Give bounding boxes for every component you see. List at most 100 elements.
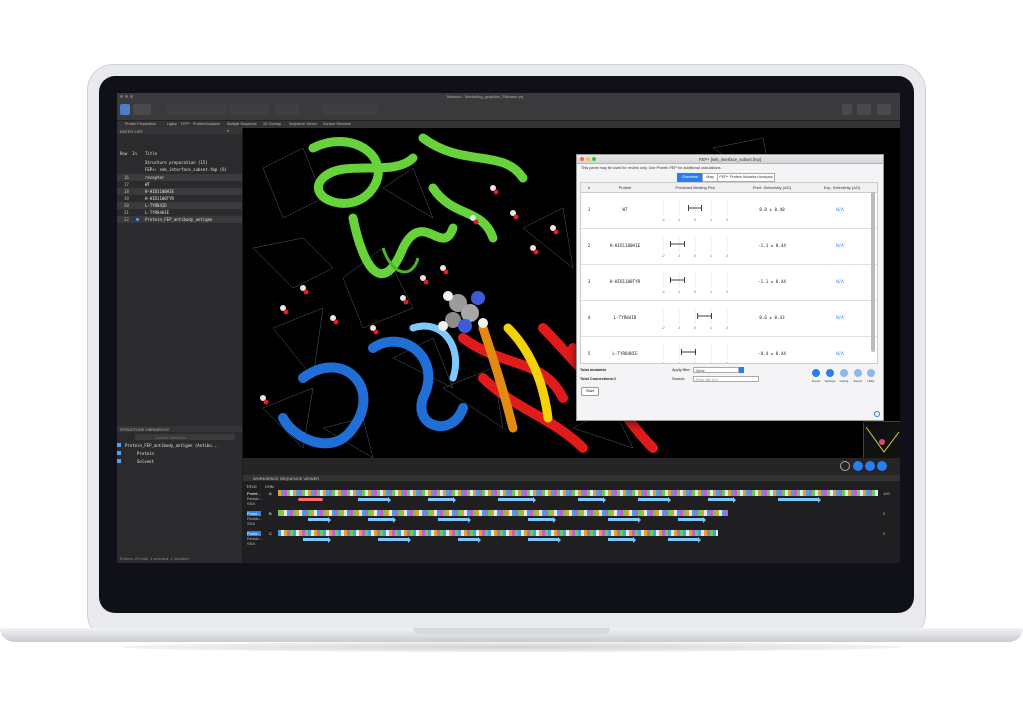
hierarchy-root-label: Protein_FEP_antibody_antigen (Antibo... — [125, 443, 219, 448]
import-icon[interactable] — [812, 369, 820, 377]
tab-multiple-sequence[interactable]: Multiple Sequence — [227, 122, 257, 126]
minimap[interactable] — [863, 421, 900, 458]
utility-icon[interactable] — [867, 369, 875, 377]
entry-title: L-TYR84HIE — [145, 210, 170, 215]
entry-row[interactable]: 17 WT — [117, 181, 242, 188]
entry-row[interactable]: 21 L-TYR84HIE — [117, 209, 242, 216]
row-exp-selectivity: N/A — [836, 351, 844, 356]
entry-title: H-HID1100HIE — [145, 189, 174, 194]
fep-review-note: This panel may be used for review only. … — [581, 166, 722, 170]
add-icon[interactable] — [877, 461, 887, 471]
binding-plot: -2 -1 0 1 2 — [661, 308, 728, 330]
hierarchy-protein[interactable]: Protein — [117, 450, 242, 457]
entry-row-number: 20 — [124, 203, 129, 208]
search-icon[interactable]: ⌕ — [227, 128, 229, 133]
edit-icon[interactable] — [853, 461, 863, 471]
binding-plot: -2 -1 0 1 2 — [661, 344, 728, 364]
row-pred-selectivity: -1.1 ± 0.44 — [758, 279, 786, 284]
sequence-viewer-header: WORKSPACE SEQUENCE VIEWER — [243, 475, 900, 481]
seq-col-chn: CHN — [265, 484, 274, 489]
tab-surface-structure[interactable]: Surface Structure — [323, 122, 351, 126]
entry-row-number: 17 — [124, 182, 129, 187]
row-pred-selectivity: 0.0 ± 0.40 — [759, 207, 785, 212]
sequence-residues-b[interactable] — [278, 510, 728, 516]
seq-row-chain: B — [269, 511, 272, 516]
table-row[interactable]: 4 L-TYR84ID -2 -1 0 1 2 0.6 ± 0.43 N/A — [581, 300, 877, 337]
total-connections-value: 5 — [614, 377, 617, 381]
checkbox-icon[interactable] — [117, 459, 121, 463]
table-row[interactable]: 2 H-HID1100HIE -2 -1 0 1 2 -1.1 ± 0.44 N/A — [581, 228, 877, 265]
row-protein: H-HID1100TYR — [609, 279, 641, 284]
col-title[interactable]: Title — [145, 151, 157, 156]
search-input[interactable]: Enter title text — [693, 376, 759, 382]
chevron-down-icon[interactable] — [739, 367, 744, 373]
row-pred-selectivity: -0.4 ± 0.44 — [758, 351, 786, 356]
checkbox-icon[interactable] — [117, 443, 121, 447]
zoom-window-button[interactable] — [130, 95, 133, 98]
strand-arrow — [528, 516, 556, 523]
tab-sequence-viewer[interactable]: Sequence Viewer — [289, 122, 317, 126]
arrow-icon[interactable] — [865, 461, 875, 471]
tab-protein-analyses[interactable]: Protein/Analyses — [193, 122, 220, 126]
export-icon[interactable] — [854, 369, 862, 377]
strand-arrow — [578, 496, 606, 503]
plot-tick-label: 1 — [710, 290, 712, 294]
entry-row[interactable]: 16 receptor — [117, 174, 242, 181]
sequence-residues-c[interactable] — [278, 530, 718, 536]
tab-ligfep[interactable]: Ligfep — [167, 122, 177, 126]
table-row[interactable]: 1 WT -2 -1 0 1 2 0.0 ± 0.40 N/A — [581, 192, 877, 229]
entry-row[interactable]: 20 L-TYR84ID — [117, 202, 242, 209]
entry-row-selected[interactable]: 22 Protein_FEP_antibody_antigen — [117, 216, 242, 223]
total-mutants-label: Total mutants: — [580, 368, 606, 372]
listing-icon[interactable] — [840, 369, 848, 377]
hierarchy-root[interactable]: Protein_FEP_antibody_antigen (Antibo... — [117, 442, 242, 449]
tab-map[interactable]: Map — [702, 173, 718, 182]
table-row[interactable]: 5 L-TYR84HIE -2 -1 0 1 2 -0.4 ± 0.44 N/A — [581, 336, 877, 364]
entry-row-number: 19 — [124, 196, 129, 201]
filter-select[interactable]: None — [693, 367, 739, 373]
start-button[interactable]: Start — [581, 387, 599, 396]
table-row[interactable]: 3 H-HID1100TYR -2 -1 0 1 2 -1.1 ± 0.44 N/A — [581, 264, 877, 301]
menu-icon[interactable] — [877, 104, 891, 115]
col-in[interactable]: In — [132, 151, 137, 156]
select-tool-button[interactable] — [120, 104, 130, 115]
residue-selection-button[interactable] — [133, 104, 151, 115]
style-tools-group[interactable] — [322, 104, 377, 115]
plot-tick-label: 0 — [694, 362, 696, 364]
tab-mutation-analysis[interactable]: FEP+ Protein Mutation Analysis — [717, 173, 775, 182]
rotate-icon[interactable] — [840, 461, 850, 471]
grid-icon[interactable] — [842, 104, 852, 115]
tasks-icon[interactable] — [857, 104, 871, 115]
col-row[interactable]: Row — [120, 151, 127, 156]
settings-icon[interactable] — [826, 369, 834, 377]
fit-tools-group[interactable] — [275, 104, 299, 115]
entry-row[interactable]: 19 H-HID1100TYR — [117, 195, 242, 202]
plot-tick-label: 1 — [710, 254, 712, 258]
hierarchy-protein-label: Protein — [137, 451, 154, 456]
tab-overview[interactable]: Overview — [677, 173, 703, 182]
checkbox-icon[interactable] — [117, 451, 121, 455]
sequence-residues-a[interactable] — [278, 490, 878, 496]
hierarchy-search-field[interactable]: Current Selection — [135, 434, 235, 440]
workspace-status-strip — [243, 458, 900, 475]
entry-row[interactable]: 18 H-HID1100HIE — [117, 188, 242, 195]
minimize-window-button[interactable] — [125, 95, 128, 98]
tab-fep[interactable]: FEP+ — [181, 122, 190, 126]
group-structure-preparation[interactable]: Structure preparation (15) — [117, 159, 242, 166]
selection-options-group[interactable] — [167, 104, 227, 115]
row-exp-selectivity: N/A — [836, 315, 844, 320]
binding-plot: -2 -1 0 1 2 — [661, 272, 728, 294]
row-number: 2 — [587, 243, 591, 248]
workspace-nav-group[interactable] — [229, 104, 269, 115]
help-icon[interactable] — [874, 411, 880, 417]
fep-results-table: # Protein Predicted Binding Plot Pred. S… — [580, 182, 878, 364]
strand-arrow — [458, 536, 481, 543]
close-window-button[interactable] — [120, 95, 123, 98]
tab-3d-overlay[interactable]: 3D Overlay — [263, 122, 281, 126]
included-indicator-icon[interactable] — [136, 218, 139, 221]
tab-protein-preparation[interactable]: Protein Preparation — [125, 122, 156, 126]
entry-list-columns: Row In Title — [117, 150, 242, 157]
group-fep[interactable]: FEP+: seb_interface_subset.fmp (6) — [117, 166, 242, 173]
table-scrollbar[interactable] — [871, 192, 875, 352]
hierarchy-solvent[interactable]: Solvent — [117, 458, 242, 465]
